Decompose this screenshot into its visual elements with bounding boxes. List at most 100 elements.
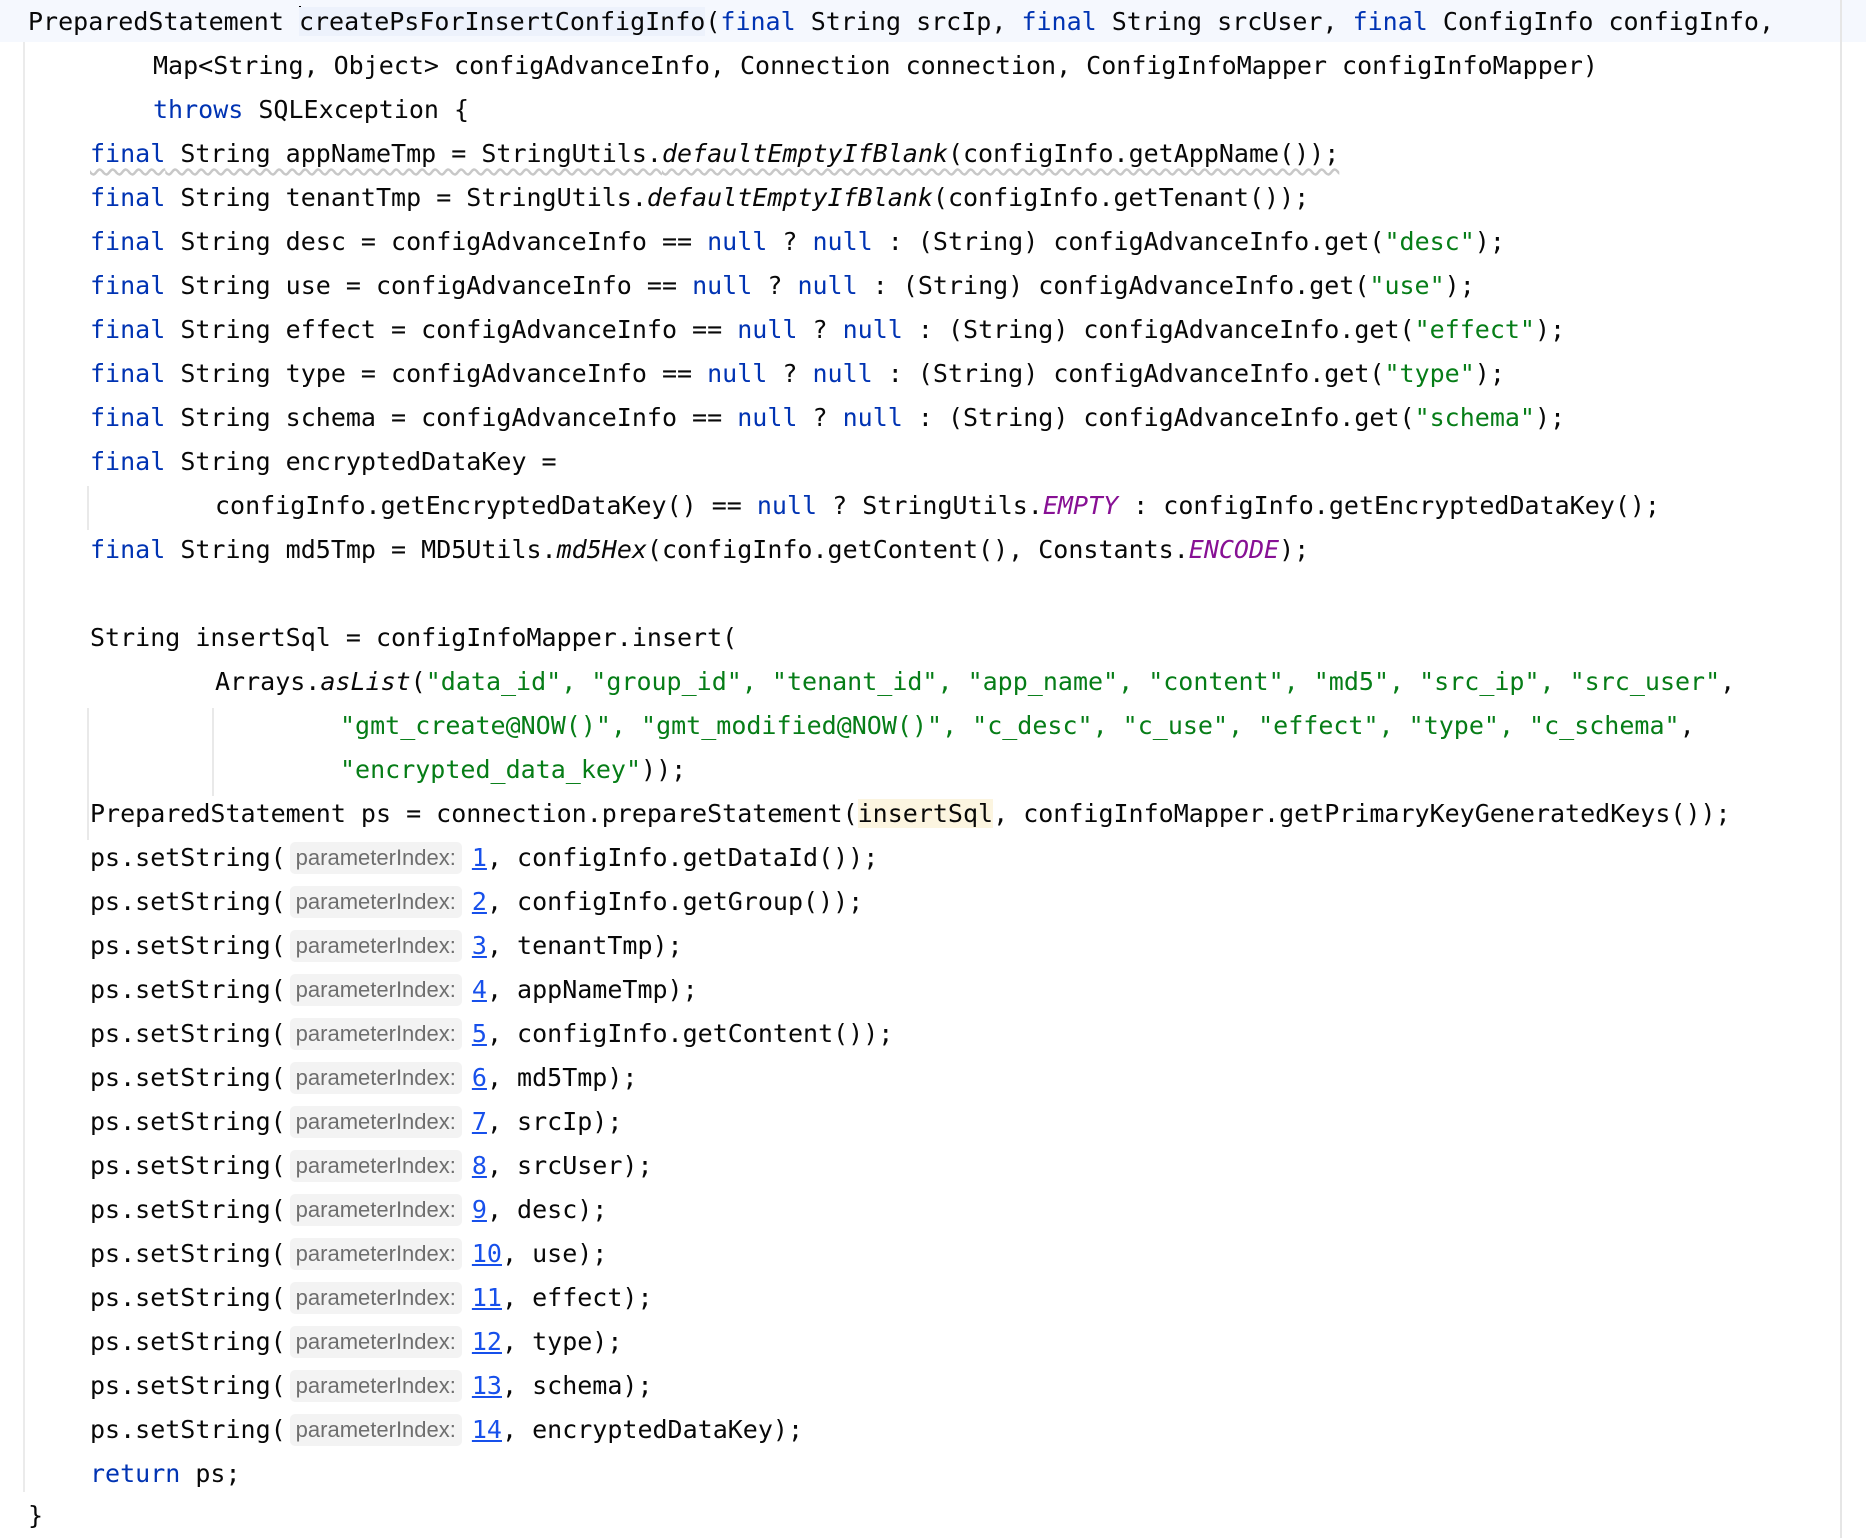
code-token: ps.setString( [90, 931, 286, 960]
keyword-final: final [1352, 7, 1428, 36]
code-editor[interactable]: PreparedStatement createPsForInsertConfi… [0, 0, 1866, 1538]
number-literal[interactable]: 11 [472, 1283, 502, 1312]
code-token: ? [767, 359, 813, 388]
code-line[interactable]: final String effect = configAdvanceInfo … [90, 308, 1565, 352]
code-line[interactable]: ps.setString(parameterIndex: 4, appNameTm… [90, 968, 698, 1012]
number-literal[interactable]: 7 [472, 1107, 487, 1136]
code-token: ); [1534, 403, 1566, 432]
number-literal[interactable]: 3 [472, 931, 487, 960]
code-line[interactable]: return ps; [90, 1452, 241, 1496]
code-line[interactable]: ps.setString(parameterIndex: 5, configInf… [90, 1012, 893, 1056]
code-line[interactable]: final String tenantTmp = StringUtils.def… [90, 176, 1309, 220]
code-line[interactable]: Arrays.asList("data_id", "group_id", "te… [215, 660, 1735, 704]
code-token: , md5Tmp); [486, 1063, 638, 1092]
code-line[interactable]: configInfo.getEncryptedDataKey() == null… [215, 484, 1660, 528]
code-line[interactable]: PreparedStatement ps = connection.prepar… [90, 792, 1731, 836]
parameter-hint: parameterIndex: [289, 1150, 462, 1182]
parameter-hint: parameterIndex: [289, 886, 462, 918]
number-literal[interactable]: 14 [472, 1415, 502, 1444]
parameter-hint: parameterIndex: [289, 1326, 462, 1358]
code-token: String use = configAdvanceInfo == [165, 271, 693, 300]
code-token: , schema); [501, 1371, 653, 1400]
code-line[interactable]: ps.setString(parameterIndex: 8, srcUser); [90, 1144, 653, 1188]
string-literal: "desc" [1384, 227, 1475, 256]
code-token: configInfo.getEncryptedDataKey() == [215, 491, 757, 520]
code-line[interactable]: throws SQLException { [153, 88, 469, 132]
code-token: String effect = configAdvanceInfo == [165, 315, 738, 344]
method-scope-guide [23, 42, 25, 1492]
code-line[interactable]: ps.setString(parameterIndex: 12, type); [90, 1320, 622, 1364]
parameter-hint: parameterIndex: [289, 842, 462, 874]
keyword-final: final [90, 403, 166, 432]
number-literal[interactable]: 8 [472, 1151, 487, 1180]
number-literal[interactable]: 9 [472, 1195, 487, 1224]
number-literal[interactable]: 4 [472, 975, 487, 1004]
highlighted-variable[interactable]: insertSql [857, 799, 994, 828]
string-literal: "effect" [1414, 315, 1535, 344]
method-name[interactable]: createPsForInsertConfigInfo [298, 7, 706, 36]
code-line[interactable]: final String desc = configAdvanceInfo ==… [90, 220, 1505, 264]
code-line[interactable]: PreparedStatement createPsForInsertConfi… [28, 0, 1774, 44]
parameter-hint: parameterIndex: [289, 1018, 462, 1050]
code-token: ps.setString( [90, 975, 286, 1004]
code-line[interactable]: final String encryptedDataKey = [90, 440, 557, 484]
indent-guide [87, 708, 89, 840]
code-token: ps.setString( [90, 1195, 286, 1224]
static-method: defaultEmptyIfBlank [661, 139, 948, 168]
keyword-null: null [812, 359, 873, 388]
keyword-null: null [707, 359, 768, 388]
code-line[interactable]: Map<String, Object> configAdvanceInfo, C… [153, 44, 1598, 88]
keyword-null: null [842, 315, 903, 344]
code-token: , srcIp); [486, 1107, 623, 1136]
closing-brace: } [28, 1501, 44, 1530]
code-token: ); [1474, 359, 1505, 388]
number-literal[interactable]: 13 [472, 1371, 502, 1400]
code-token: String encryptedDataKey = [165, 447, 557, 476]
code-line[interactable]: ps.setString(parameterIndex: 6, md5Tmp); [90, 1056, 637, 1100]
number-literal[interactable]: 2 [472, 887, 487, 916]
code-line[interactable]: ps.setString(parameterIndex: 2, configInf… [90, 880, 863, 924]
code-line[interactable]: final String md5Tmp = MD5Utils.md5Hex(co… [90, 528, 1309, 572]
code-token: : configInfo.getEncryptedDataKey(); [1118, 491, 1660, 520]
code-line[interactable]: final String use = configAdvanceInfo == … [90, 264, 1475, 308]
number-literal[interactable]: 6 [472, 1063, 487, 1092]
code-token: )); [641, 755, 687, 784]
number-literal[interactable]: 12 [472, 1327, 502, 1356]
code-line[interactable]: ps.setString(parameterIndex: 1, configInf… [90, 836, 878, 880]
keyword-final: final [90, 535, 166, 564]
keyword-final: final [90, 227, 166, 256]
code-line[interactable]: } [28, 1494, 43, 1538]
code-token: String srcIp, [795, 7, 1022, 36]
code-token: : (String) configAdvanceInfo.get( [902, 403, 1415, 432]
code-token: : (String) configAdvanceInfo.get( [857, 271, 1370, 300]
code-line[interactable]: ps.setString(parameterIndex: 14, encrypte… [90, 1408, 803, 1452]
code-token: String appNameTmp = StringUtils. [165, 139, 662, 168]
code-line[interactable]: ps.setString(parameterIndex: 13, schema); [90, 1364, 653, 1408]
code-line[interactable]: final String type = configAdvanceInfo ==… [90, 352, 1505, 396]
code-token: (configInfo.getAppName()); [947, 139, 1340, 168]
code-line[interactable]: "encrypted_data_key")); [340, 748, 686, 792]
code-token: , [1679, 711, 1695, 740]
code-token: , [1720, 667, 1736, 696]
code-line[interactable]: ps.setString(parameterIndex: 9, desc); [90, 1188, 607, 1232]
keyword-final: final [90, 139, 166, 168]
number-literal[interactable]: 1 [472, 843, 487, 872]
code-line[interactable]: ps.setString(parameterIndex: 7, srcIp); [90, 1100, 622, 1144]
number-literal[interactable]: 5 [472, 1019, 487, 1048]
code-line[interactable]: String insertSql = configInfoMapper.inse… [90, 616, 737, 660]
code-token: , configInfo.getContent()); [486, 1019, 894, 1048]
keyword-final: final [90, 447, 166, 476]
static-method: asList [320, 667, 411, 696]
code-line[interactable]: final String schema = configAdvanceInfo … [90, 396, 1565, 440]
parameter-hint: parameterIndex: [289, 930, 462, 962]
number-literal[interactable]: 10 [472, 1239, 502, 1268]
code-line[interactable]: ps.setString(parameterIndex: 10, use); [90, 1232, 607, 1276]
parameter-hint: parameterIndex: [289, 1106, 462, 1138]
code-line[interactable]: ps.setString(parameterIndex: 11, effect); [90, 1276, 653, 1320]
string-literal: "data_id", "group_id", "tenant_id", "app… [425, 667, 1721, 696]
static-constant: ENCODE [1188, 535, 1280, 564]
code-token: ps.setString( [90, 1371, 286, 1400]
code-line[interactable]: ps.setString(parameterIndex: 3, tenantTmp… [90, 924, 683, 968]
code-line[interactable]: "gmt_create@NOW()", "gmt_modified@NOW()"… [340, 704, 1695, 748]
code-line[interactable]: final String appNameTmp = StringUtils.de… [90, 132, 1339, 176]
